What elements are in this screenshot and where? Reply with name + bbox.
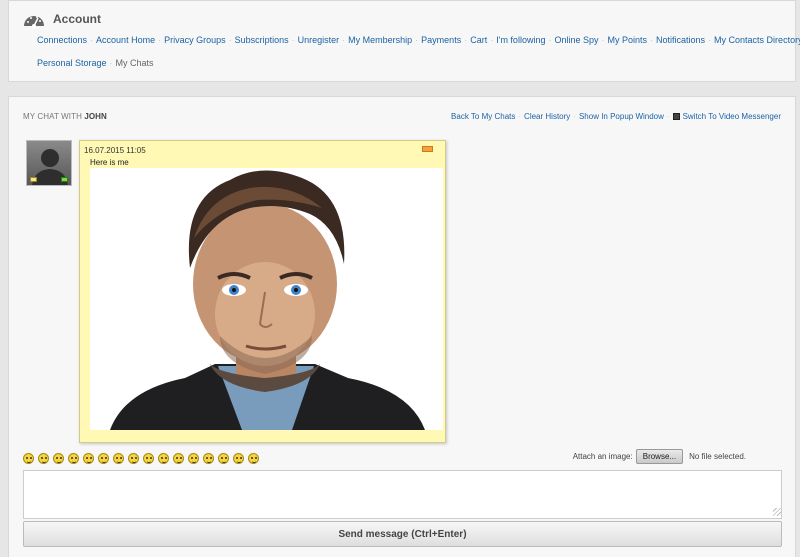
nav-link-subscriptions[interactable]: Subscriptions <box>235 35 289 45</box>
account-title: Account <box>53 12 101 26</box>
smiley-cool-icon[interactable] <box>23 453 34 464</box>
nav-link-account-home[interactable]: Account Home <box>96 35 155 45</box>
video-camera-icon <box>672 113 680 120</box>
account-panel: Account Connections · Account Home · Privacy… <box>8 0 800 82</box>
message-timestamp: 16.07.2015 11:05 <box>84 146 146 155</box>
nav-link-privacy-groups[interactable]: Privacy Groups <box>164 35 226 45</box>
smiley-tongue-icon[interactable] <box>68 453 79 464</box>
smiley-picker <box>23 453 259 464</box>
smiley-sick-icon[interactable] <box>143 453 154 464</box>
nav-link-connections[interactable]: Connections <box>37 35 87 45</box>
flag-icon[interactable] <box>422 146 433 152</box>
chat-partner-name: JOHN <box>84 112 107 121</box>
smiley-confused-icon[interactable] <box>83 453 94 464</box>
message-input[interactable] <box>23 470 782 519</box>
smiley-angel-icon[interactable] <box>98 453 109 464</box>
nav-link-unregister[interactable]: Unregister <box>298 35 340 45</box>
send-message-button[interactable]: Send message (Ctrl+Enter) <box>23 521 782 547</box>
chat-panel: My chat with JOHN Back To My Chats · Clear… <box>8 96 796 557</box>
attach-label: Attach an image: <box>572 452 633 461</box>
nav-current-my-chats: My Chats <box>115 58 154 68</box>
smiley-laugh-icon[interactable] <box>248 453 259 464</box>
chat-actions: Back To My Chats · Clear History · Show In P… <box>451 112 781 121</box>
popup-window-link[interactable]: Show In Popup Window <box>579 112 664 121</box>
message-image <box>90 168 443 430</box>
account-nav-row-2: Personal Storage · My Chats <box>37 58 154 68</box>
smiley-happy-icon[interactable] <box>113 453 124 464</box>
smiley-sad-icon[interactable] <box>38 453 49 464</box>
nav-link-my-membership[interactable]: My Membership <box>348 35 412 45</box>
smiley-neutral-icon[interactable] <box>53 453 64 464</box>
nav-link-my-contacts-directory[interactable]: My Contacts Directory <box>714 35 800 45</box>
status-badge <box>30 177 37 182</box>
chat-message: 16.07.2015 11:05 Here is me <box>79 140 446 443</box>
smiley-smile-icon[interactable] <box>233 453 244 464</box>
online-indicator <box>61 177 68 182</box>
portrait-photo <box>110 170 425 430</box>
nav-link-online-spy[interactable]: Online Spy <box>554 35 598 45</box>
back-to-my-chats-link[interactable]: Back To My Chats <box>451 112 515 121</box>
chat-heading-prefix: My chat with <box>23 112 82 121</box>
browse-button[interactable]: Browse... <box>635 449 684 464</box>
smiley-grin-icon[interactable] <box>128 453 139 464</box>
message-text: Here is me <box>90 158 129 167</box>
smiley-wink-icon[interactable] <box>218 453 229 464</box>
gauge-icon <box>24 16 44 28</box>
nav-link-my-points[interactable]: My Points <box>608 35 648 45</box>
chat-heading: My chat with JOHN <box>23 112 107 121</box>
nav-link-im-following[interactable]: I'm following <box>496 35 545 45</box>
attach-image: Attach an image: Browse... No file selec… <box>573 449 746 464</box>
nav-link-cart[interactable]: Cart <box>470 35 487 45</box>
smiley-shocked-icon[interactable] <box>188 453 199 464</box>
smiley-surprised-icon[interactable] <box>173 453 184 464</box>
avatar[interactable] <box>26 140 72 186</box>
nav-link-payments[interactable]: Payments <box>421 35 461 45</box>
clear-history-link[interactable]: Clear History <box>524 112 570 121</box>
file-status: No file selected. <box>689 452 746 461</box>
nav-link-personal-storage[interactable]: Personal Storage <box>37 58 107 68</box>
video-messenger-link[interactable]: Switch To Video Messenger <box>672 112 781 121</box>
smiley-worried-icon[interactable] <box>158 453 169 464</box>
account-nav-row-1: Connections · Account Home · Privacy Groups ·… <box>37 35 800 45</box>
smiley-tongue-out-icon[interactable] <box>203 453 214 464</box>
video-messenger-label: Switch To Video Messenger <box>682 112 781 121</box>
nav-link-notifications[interactable]: Notifications <box>656 35 705 45</box>
